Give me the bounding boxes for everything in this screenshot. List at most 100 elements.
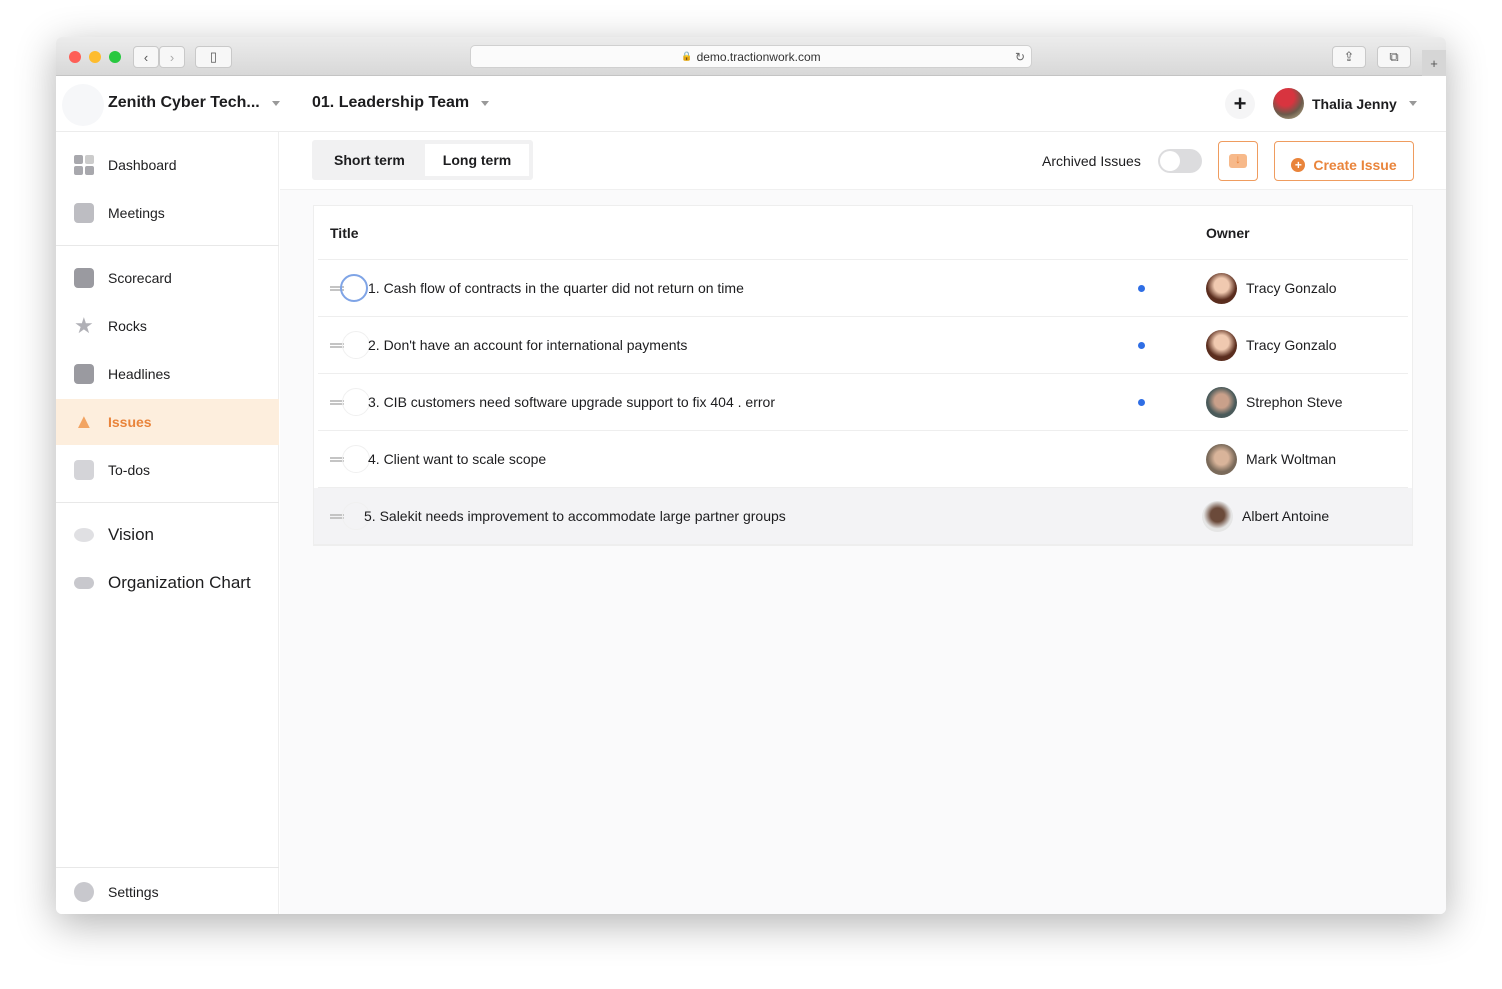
people-icon: [74, 577, 94, 589]
add-button[interactable]: +: [1225, 89, 1255, 119]
sidebar-item-label: Organization Chart: [108, 573, 251, 592]
sidebar-item-label: Rocks: [108, 318, 147, 334]
sidebar-item-settings[interactable]: Settings: [56, 869, 279, 914]
eye-icon: [74, 528, 94, 542]
browser-titlebar: ‹ › ▯ 🔒 demo.tractionwork.com ↻ ⇪ ⧉ +: [56, 37, 1446, 76]
tab-long-term[interactable]: Long term: [424, 144, 530, 176]
address-bar[interactable]: 🔒 demo.tractionwork.com ↻: [470, 45, 1032, 68]
minimize-window-button[interactable]: [89, 51, 101, 63]
issue-owner: Tracy Gonzalo: [1206, 329, 1337, 361]
issue-title[interactable]: 3. CIB customers need software upgrade s…: [368, 394, 775, 410]
archived-issues-toggle[interactable]: [1158, 149, 1202, 173]
chevron-down-icon: [1408, 101, 1417, 106]
sidebar-item-headlines[interactable]: Headlines: [56, 351, 279, 397]
sidebar-item-label: Meetings: [108, 205, 165, 221]
issue-owner: Mark Woltman: [1206, 443, 1336, 475]
issue-owner: Strephon Steve: [1206, 386, 1343, 418]
issue-title[interactable]: 5. Salekit needs improvement to accommod…: [364, 508, 786, 524]
issue-title[interactable]: 1. Cash flow of contracts in the quarter…: [368, 280, 744, 296]
export-button[interactable]: ↓: [1218, 141, 1258, 181]
new-tab-icon[interactable]: +: [1422, 50, 1446, 76]
avatar: [1206, 272, 1237, 304]
create-issue-label: Create Issue: [1313, 156, 1397, 173]
avatar: [1206, 386, 1237, 418]
sidebar-item-meetings[interactable]: Meetings: [56, 190, 279, 236]
divider: [56, 867, 279, 868]
download-icon: ↓: [1229, 153, 1247, 168]
chart-icon: [74, 268, 94, 288]
table-row[interactable]: 2. Don't have an account for internation…: [318, 317, 1408, 374]
table-row[interactable]: 3. CIB customers need software upgrade s…: [318, 374, 1408, 431]
divider: [56, 502, 279, 503]
pencil-icon: [74, 460, 94, 480]
avatar: [1206, 443, 1237, 475]
avatar: [1202, 500, 1233, 532]
maximize-window-button[interactable]: [109, 51, 121, 63]
tab-short-term[interactable]: Short term: [316, 144, 423, 176]
sidebar-item-label: Issues: [108, 414, 152, 430]
issue-owner: Tracy Gonzalo: [1206, 272, 1337, 304]
team-name: 01. Leadership Team: [312, 94, 470, 111]
close-window-button[interactable]: [69, 51, 81, 63]
sidebar-item-dashboard[interactable]: Dashboard: [56, 142, 279, 188]
back-button[interactable]: ‹: [133, 46, 159, 68]
sidebar-item-label: Dashboard: [108, 157, 177, 173]
lock-icon: 🔒: [681, 51, 693, 61]
warning-icon: ▲: [74, 411, 94, 433]
sidebar-item-rocks[interactable]: ★ Rocks: [56, 303, 279, 349]
gear-icon: [74, 882, 94, 902]
avatar: [1273, 88, 1304, 119]
issues-toolbar: Short term Long term Archived Issues ↓ +…: [280, 132, 1446, 190]
sidebar-item-issues[interactable]: ▲ Issues: [56, 399, 279, 445]
company-selector[interactable]: Zenith Cyber Tech...: [108, 94, 280, 112]
company-logo: [62, 84, 104, 126]
team-selector[interactable]: 01. Leadership Team: [312, 94, 490, 112]
column-title: Title: [330, 224, 359, 241]
sidebar-item-label: Vision: [108, 525, 154, 544]
complete-checkbox[interactable]: [342, 388, 370, 416]
browser-window: ‹ › ▯ 🔒 demo.tractionwork.com ↻ ⇪ ⧉ + Zeni…: [56, 37, 1446, 914]
issue-title[interactable]: 2. Don't have an account for internation…: [368, 337, 687, 353]
unread-dot: [1138, 341, 1145, 349]
star-icon: ★: [74, 313, 94, 338]
term-tabs: Short term Long term: [312, 140, 534, 180]
app-header: Zenith Cyber Tech... 01. Leadership Team…: [56, 76, 1446, 132]
unread-dot: [1138, 284, 1145, 292]
company-name: Zenith Cyber Tech...: [108, 94, 260, 111]
user-name: Thalia Jenny: [1312, 95, 1397, 112]
complete-checkbox[interactable]: [342, 331, 370, 359]
column-owner: Owner: [1206, 224, 1250, 241]
sidebar: Dashboard Meetings Scorecard ★ Rocks Head…: [56, 132, 279, 914]
create-issue-button[interactable]: + Create Issue: [1274, 141, 1414, 181]
sidebar-item-label: Settings: [108, 884, 159, 900]
headline-icon: [74, 364, 94, 384]
complete-checkbox[interactable]: [340, 274, 368, 302]
sidebar-item-vision[interactable]: Vision: [56, 512, 279, 558]
sidebar-item-todos[interactable]: To-dos: [56, 447, 279, 493]
chevron-down-icon: [271, 100, 280, 106]
avatar: [1206, 329, 1237, 361]
sidebar-item-label: To-dos: [108, 462, 151, 478]
share-icon[interactable]: ⇪: [1332, 46, 1366, 68]
archived-issues-label: Archived Issues: [1042, 153, 1141, 169]
table-header: Title Owner: [318, 206, 1408, 260]
user-menu[interactable]: Thalia Jenny: [1273, 88, 1417, 119]
unread-dot: [1138, 398, 1145, 406]
issue-owner: Albert Antoine: [1202, 500, 1330, 532]
complete-checkbox[interactable]: [342, 445, 370, 473]
table-row[interactable]: 4. Client want to scale scope Mark Woltma…: [318, 431, 1408, 488]
divider: [56, 245, 279, 246]
sidebar-item-org-chart[interactable]: Organization Chart: [56, 560, 279, 606]
owner-name: Albert Antoine: [1242, 508, 1330, 524]
forward-button[interactable]: ›: [159, 46, 185, 68]
reload-icon[interactable]: ↻: [1015, 50, 1025, 64]
sidebar-item-scorecard[interactable]: Scorecard: [56, 255, 279, 301]
issue-title[interactable]: 4. Client want to scale scope: [368, 451, 546, 467]
calendar-icon: [74, 203, 94, 223]
sidebar-toggle-icon[interactable]: ▯: [195, 46, 232, 68]
chevron-down-icon: [481, 100, 490, 106]
table-row[interactable]: 1. Cash flow of contracts in the quarter…: [318, 260, 1408, 317]
table-row[interactable]: 5. Salekit needs improvement to accommod…: [314, 488, 1412, 545]
owner-name: Tracy Gonzalo: [1246, 337, 1337, 353]
tabs-icon[interactable]: ⧉: [1377, 46, 1411, 68]
